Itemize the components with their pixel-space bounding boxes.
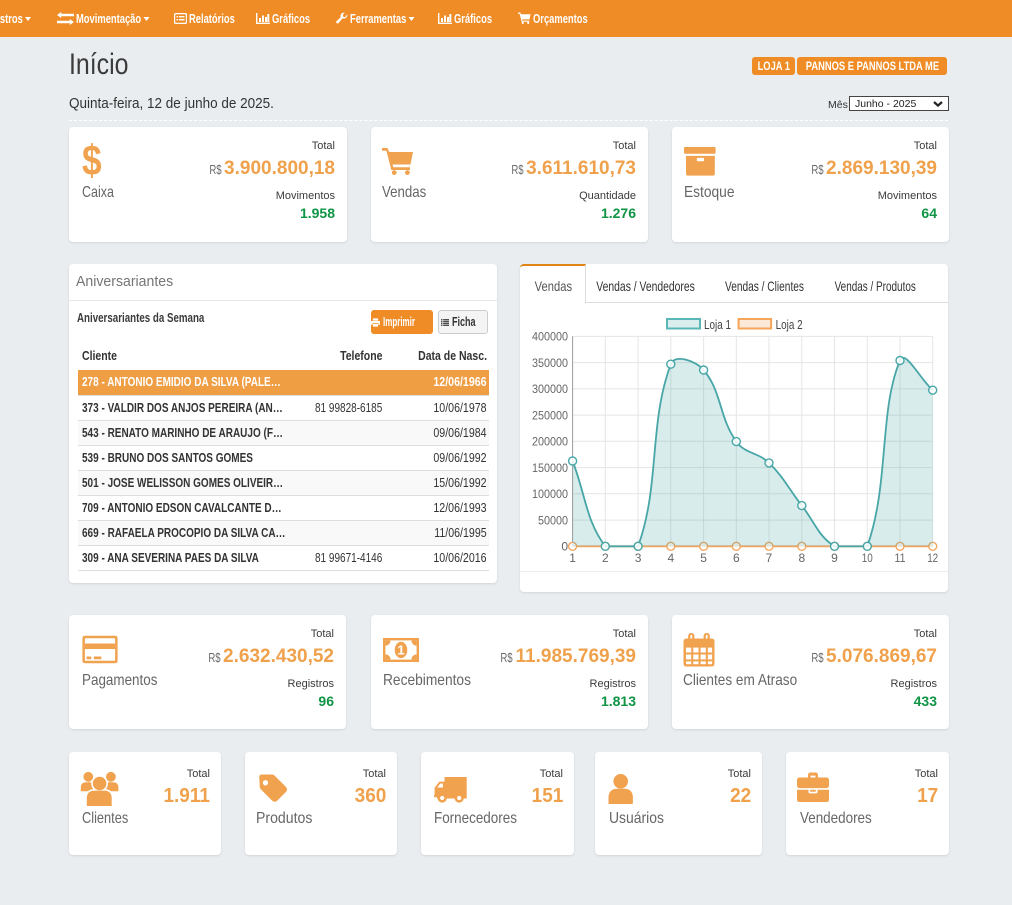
svg-text:300000: 300000 [532,382,568,396]
svg-text:12: 12 [927,551,938,565]
svg-text:Loja 1: Loja 1 [704,317,731,332]
svg-text:0: 0 [561,540,568,554]
svg-text:2: 2 [602,551,609,565]
svg-text:3: 3 [635,551,642,565]
svg-text:1: 1 [397,643,404,658]
svg-text:Loja 2: Loja 2 [776,317,803,332]
svg-text:1: 1 [569,551,576,565]
svg-text:11: 11 [895,551,906,565]
svg-text:100000: 100000 [532,487,568,501]
svg-text:4: 4 [667,551,674,565]
svg-text:150000: 150000 [532,461,568,475]
svg-text:6: 6 [733,551,740,565]
svg-text:250000: 250000 [532,408,568,422]
svg-text:200000: 200000 [532,435,568,449]
svg-text:8: 8 [798,551,805,565]
svg-text:400000: 400000 [532,330,568,344]
svg-text:5: 5 [700,551,707,565]
svg-text:9: 9 [831,551,838,565]
svg-text:10: 10 [862,551,873,565]
svg-text:350000: 350000 [532,356,568,370]
svg-text:7: 7 [766,551,773,565]
svg-text:50000: 50000 [538,513,568,527]
